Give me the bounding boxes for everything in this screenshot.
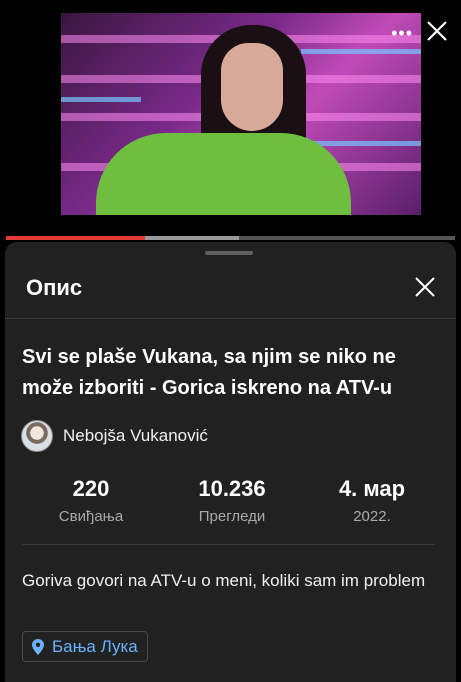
video-title: Svi se plaše Vukana, sa njim se niko ne … xyxy=(22,346,396,399)
date-value: 4. мар xyxy=(338,476,406,501)
background-stripe xyxy=(301,49,421,54)
location-pin-icon xyxy=(32,638,44,655)
channel-name[interactable]: Nebojša Vukanović xyxy=(63,426,208,446)
progress-buffered xyxy=(145,236,240,240)
video-person-body xyxy=(96,133,351,215)
video-description: Goriva govori na ATV-u o meni, koliki sa… xyxy=(22,571,426,590)
date-stat: 4. мар 2022. xyxy=(302,476,442,525)
likes-stat: 220 Свиђања xyxy=(21,476,161,525)
more-dots-icon[interactable]: ••• xyxy=(391,23,413,44)
progress-played xyxy=(6,236,146,240)
sheet-title: Опис xyxy=(26,275,83,300)
avatar[interactable] xyxy=(21,420,53,452)
close-icon[interactable] xyxy=(413,275,437,299)
date-label: 2022. xyxy=(353,508,391,525)
likes-value: 220 xyxy=(72,476,110,501)
location-chip[interactable]: Бања Лука xyxy=(22,631,148,662)
divider xyxy=(5,318,456,319)
video-person-face xyxy=(221,43,283,131)
progress-bar[interactable] xyxy=(6,236,455,240)
views-stat: 10.236 Прегледи xyxy=(162,476,302,525)
background-stripe xyxy=(61,97,141,102)
channel-link[interactable]: Nebojša Vukanović xyxy=(21,420,208,452)
description-sheet: Опис Svi se plaše Vukana, sa njim se nik… xyxy=(5,242,456,682)
location-label[interactable]: Бања Лука xyxy=(52,637,138,657)
video-player[interactable]: ••• xyxy=(61,13,421,215)
views-label: Прегледи xyxy=(198,508,266,525)
background-stripe xyxy=(311,141,421,146)
close-icon[interactable] xyxy=(426,20,448,42)
divider xyxy=(22,544,435,545)
likes-label: Свиђања xyxy=(58,508,124,525)
drag-handle[interactable] xyxy=(205,251,253,255)
views-value: 10.236 xyxy=(198,476,266,501)
